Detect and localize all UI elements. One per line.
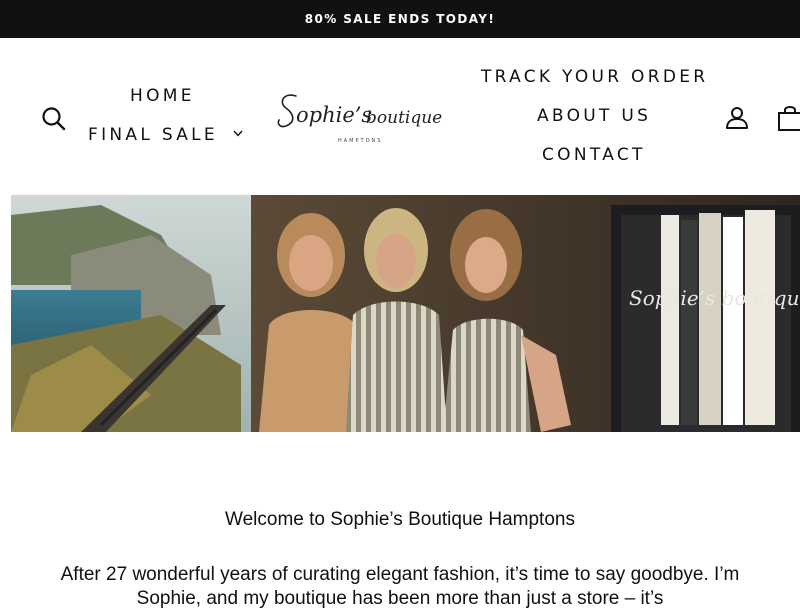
cart-icon	[778, 106, 800, 131]
announcement-bar: 80% SALE ENDS TODAY!	[0, 0, 800, 38]
search-button[interactable]	[41, 106, 67, 132]
svg-text:ophie’s: ophie’s	[296, 103, 372, 127]
nav-contact[interactable]: CONTACT	[542, 145, 646, 165]
svg-text:HAMPTONS: HAMPTONS	[338, 138, 382, 144]
user-icon	[726, 107, 748, 129]
search-icon	[42, 107, 66, 131]
site-logo[interactable]: ophie’s boutique HAMPTONS	[272, 82, 442, 152]
nav-track-your-order[interactable]: TRACK YOUR ORDER	[481, 67, 708, 87]
welcome-heading: Welcome to Sophie’s Boutique Hamptons	[225, 509, 575, 530]
hero-banner: Sophie’s boutique	[11, 195, 800, 432]
cart-button[interactable]	[777, 104, 800, 132]
site-header: HOME FINAL SALE ophie’s boutique HAMPTON…	[0, 38, 800, 195]
announcement-text: 80% SALE ENDS TODAY!	[304, 12, 496, 26]
nav-about-us[interactable]: ABOUT US	[537, 106, 651, 126]
svg-text:Sophie’s boutique: Sophie’s boutique	[629, 286, 800, 310]
nav-final-sale[interactable]: FINAL SALE	[88, 125, 243, 145]
intro-paragraph: After 27 wonderful years of curating ele…	[60, 564, 740, 609]
hero-image: Sophie’s boutique	[11, 195, 800, 432]
chevron-down-icon	[233, 130, 243, 137]
nav-final-sale-label: FINAL SALE	[88, 125, 218, 145]
account-button[interactable]	[724, 105, 750, 131]
nav-home[interactable]: HOME	[130, 86, 195, 106]
svg-text:boutique: boutique	[366, 108, 442, 128]
logo-image: ophie’s boutique HAMPTONS	[277, 94, 442, 144]
